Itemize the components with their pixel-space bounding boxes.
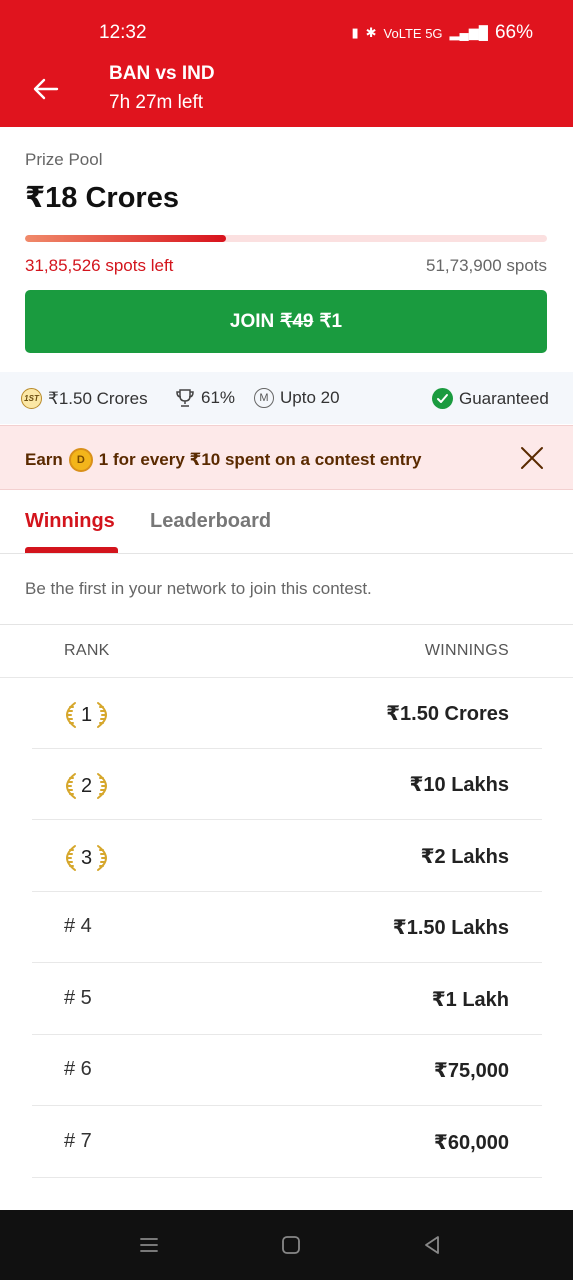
rank-cell: 2: [64, 772, 109, 800]
rank-number: 3: [81, 846, 93, 869]
rank-column-header: RANK: [64, 642, 110, 659]
laurel-right-icon: [97, 773, 108, 799]
app-header: 12:32 ▮ ✱ VoLTE 5G ▂▄▆█ 66% BAN vs IND 7…: [0, 0, 573, 127]
rank-cell: # 7: [64, 1130, 92, 1152]
laurel-right-icon: [97, 702, 108, 728]
contest-tabs: Winnings Leaderboard: [0, 492, 573, 554]
prize-pool-label: Prize Pool: [25, 150, 103, 169]
bluetooth-icon: ✱: [365, 25, 377, 40]
join-button[interactable]: JOIN ₹49 ₹1: [25, 290, 547, 353]
multi-entry-icon: M: [254, 388, 274, 408]
first-prize-info: 1ST ₹1.50 Crores: [21, 388, 148, 409]
match-title: BAN vs IND: [109, 63, 215, 84]
winnings-column-header: WINNINGS: [424, 642, 509, 659]
rank-cell: # 5: [64, 987, 92, 1009]
contest-info-strip: 1ST ₹1.50 Crores 61% M Upto 20 Guarantee…: [0, 372, 573, 424]
winnings-cell: ₹75,000: [433, 1060, 509, 1082]
spots-progress-fill: [25, 235, 226, 242]
laurel-right-icon: [97, 845, 108, 871]
max-entries-info: M Upto 20: [254, 388, 340, 408]
network-message: Be the first in your network to join thi…: [25, 579, 372, 598]
rank-cell: 1: [64, 701, 109, 729]
arrow-left-icon: [33, 78, 59, 100]
signal-text: VoLTE 5G: [383, 25, 443, 41]
signal-bars-icon: ▂▄▆█: [449, 25, 488, 40]
winnings-cell: ₹2 Lakhs: [420, 846, 509, 868]
join-old-price: ₹49: [280, 311, 314, 332]
join-new-price: ₹1: [319, 311, 343, 332]
back-button[interactable]: [28, 72, 62, 106]
table-row: # 5 ₹1 Lakh: [32, 964, 542, 1035]
close-banner-button[interactable]: [519, 445, 545, 471]
earn-coins-banner: Earn D 1 for every ₹10 spent on a contes…: [0, 425, 573, 490]
table-row: 3 ₹2 Lakhs: [32, 821, 542, 892]
guaranteed-info: Guaranteed: [432, 388, 549, 409]
table-row: # 6 ₹75,000: [32, 1035, 542, 1106]
win-percent: 61%: [201, 388, 236, 407]
table-row: 1 ₹1.50 Crores: [32, 678, 542, 749]
rank-cell: 3: [64, 844, 109, 872]
vibrate-icon: ▮: [351, 25, 359, 40]
earn-text: Earn D 1 for every ₹10 spent on a contes…: [25, 448, 421, 472]
status-bar: 12:32 ▮ ✱ VoLTE 5G ▂▄▆█ 66%: [0, 0, 573, 62]
winnings-cell: ₹1.50 Lakhs: [392, 917, 509, 939]
table-row: # 4 ₹1.50 Lakhs: [32, 892, 542, 963]
trophy-icon: [176, 389, 194, 407]
earn-prefix: Earn: [25, 450, 63, 469]
spots-total: 51,73,900 spots: [426, 256, 547, 275]
table-row: 2 ₹10 Lakhs: [32, 749, 542, 820]
win-percent-info: 61%: [175, 388, 235, 408]
join-label: JOIN: [229, 310, 275, 332]
status-time: 12:32: [99, 22, 147, 43]
back-nav-icon[interactable]: [421, 1234, 443, 1256]
home-icon[interactable]: [280, 1234, 302, 1256]
table-row: # 7 ₹60,000: [32, 1107, 542, 1178]
winnings-cell: ₹1 Lakh: [431, 989, 509, 1011]
divider: [0, 624, 573, 625]
check-circle-icon: [432, 388, 453, 409]
max-entries: Upto 20: [280, 388, 340, 407]
rank-cell: # 6: [64, 1058, 92, 1080]
battery-level: 66%: [494, 22, 533, 43]
first-prize-badge-icon: 1ST: [21, 388, 42, 409]
laurel-left-icon: [65, 702, 76, 728]
earn-suffix: 1 for every ₹10 spent on a contest entry: [98, 450, 422, 469]
status-icons: ▮ ✱ VoLTE 5G ▂▄▆█ 66%: [351, 22, 533, 44]
guaranteed-label: Guaranteed: [459, 388, 549, 408]
menu-icon[interactable]: [138, 1234, 160, 1256]
rank-cell: # 4: [64, 915, 92, 937]
laurel-left-icon: [65, 773, 76, 799]
tab-winnings[interactable]: Winnings: [25, 510, 115, 533]
laurel-left-icon: [65, 845, 76, 871]
rank-number: 1: [81, 703, 93, 726]
first-prize-amount: ₹1.50 Crores: [48, 388, 148, 408]
coin-icon: D: [68, 448, 93, 472]
prize-pool-value: ₹18 Crores: [25, 182, 179, 214]
winnings-cell: ₹60,000: [433, 1132, 509, 1154]
rank-number: 2: [81, 774, 93, 797]
active-tab-indicator: [25, 547, 118, 553]
spots-left: 31,85,526 spots left: [25, 256, 174, 275]
spots-progress-bar: [25, 235, 547, 242]
winnings-cell: ₹10 Lakhs: [409, 774, 509, 796]
winnings-cell: ₹1.50 Crores: [386, 703, 509, 725]
time-left: 7h 27m left: [109, 92, 203, 113]
close-icon: [521, 447, 543, 469]
tab-leaderboard[interactable]: Leaderboard: [150, 510, 271, 533]
system-nav-bar: [0, 1210, 573, 1280]
